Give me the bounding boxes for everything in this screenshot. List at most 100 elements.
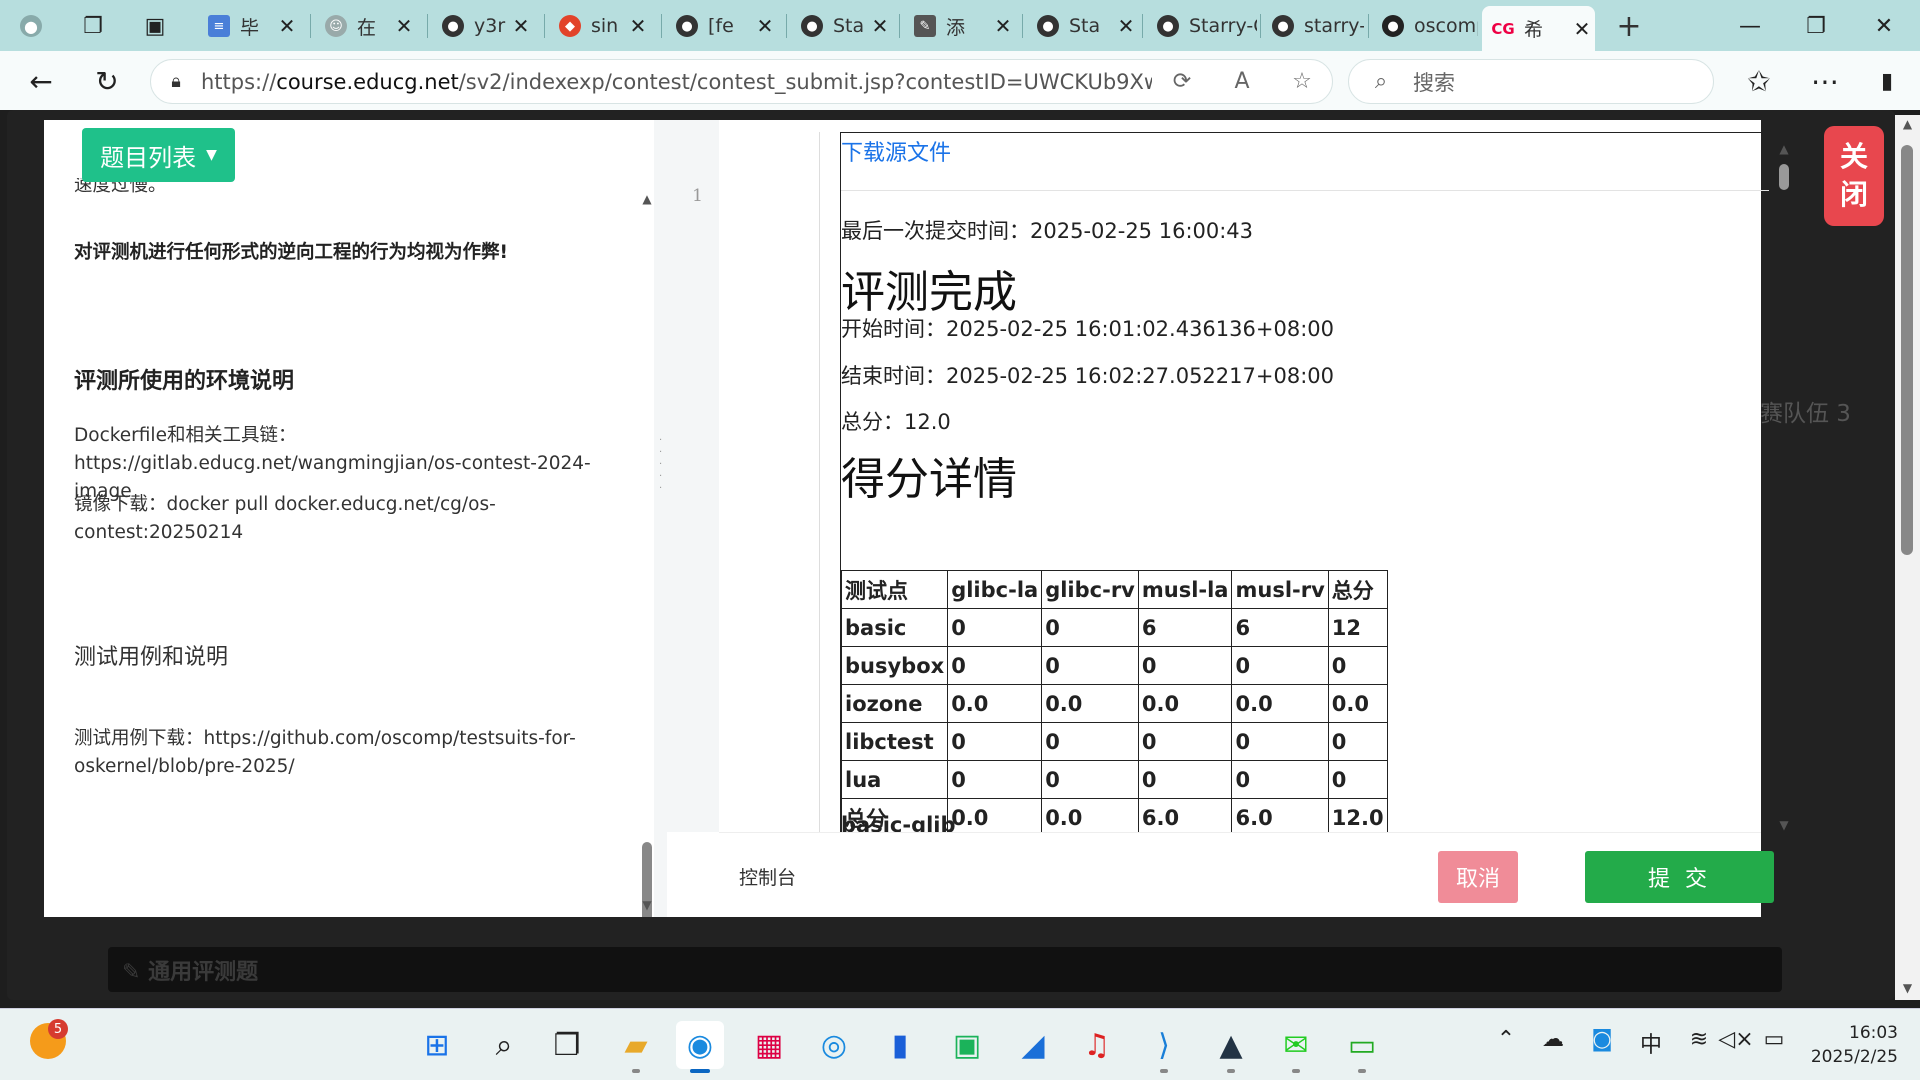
favorites-icon[interactable]: ✩ — [1738, 60, 1780, 102]
table-header: musl-rv — [1231, 570, 1329, 609]
tab-actions-button[interactable]: ▣ — [134, 6, 180, 46]
close-tab-icon[interactable]: ✕ — [1113, 14, 1139, 38]
tab-github-7[interactable]: ● oscomp — [1372, 6, 1478, 46]
file-explorer-icon[interactable]: ▰ — [612, 1021, 660, 1073]
back-arrow-icon[interactable]: ← — [20, 60, 62, 102]
onedrive-cloud-icon[interactable]: ☁ — [1535, 1027, 1571, 1052]
store-icon[interactable]: ▦ — [745, 1021, 793, 1069]
tab-github-4[interactable]: ● Sta ✕ — [1027, 6, 1139, 46]
system-clock[interactable]: 16:03 2025/2/25 — [1811, 1021, 1898, 1069]
minimize-icon[interactable]: — — [1722, 8, 1778, 44]
wechat-icon[interactable]: ✉ — [1272, 1021, 1320, 1073]
tab-title: oscomp — [1414, 15, 1478, 37]
page-scrollbar[interactable]: ▲ ▼ — [1895, 115, 1920, 1000]
start-windows-icon[interactable]: ⊞ — [413, 1021, 461, 1069]
workspaces-button[interactable]: ❐ — [72, 6, 118, 46]
read-aloud-icon[interactable]: A — [1212, 69, 1272, 94]
scroll-thumb[interactable] — [1779, 164, 1789, 190]
close-tab-icon[interactable]: ✕ — [625, 14, 651, 38]
more-menu-icon[interactable]: ⋯ — [1804, 60, 1846, 102]
workspaces-icon: ❐ — [83, 13, 103, 39]
close-panel-button[interactable]: 关 闭 — [1824, 126, 1884, 226]
left-scrollbar[interactable]: ▲ ▼ — [640, 192, 654, 917]
tab-gitlab[interactable]: ◆ sin ✕ — [549, 6, 651, 46]
battery-icon[interactable]: ▭ — [1756, 1027, 1792, 1052]
edge-browser-icon[interactable]: ◉ — [676, 1021, 724, 1073]
close-tab-icon[interactable]: ✕ — [752, 14, 778, 38]
tab-educg-active[interactable]: CG 希 ✕ — [1482, 6, 1595, 51]
scroll-up-icon[interactable]: ▲ — [640, 192, 654, 206]
table-cell: libctest — [841, 722, 949, 761]
tab-github-6[interactable]: ● starry-n — [1262, 6, 1364, 46]
tab-doc[interactable]: ≡ 毕 ✕ — [198, 6, 300, 46]
edge-ai-icon[interactable]: ◎ — [810, 1021, 858, 1069]
testcase-link-text[interactable]: 测试用例下载：https://github.com/oscomp/testsui… — [74, 725, 614, 781]
close-tab-icon[interactable]: ✕ — [867, 14, 893, 38]
github-icon: ● — [1272, 15, 1294, 37]
tab-github-1[interactable]: ● y3r ✕ — [432, 6, 534, 46]
tab-github-3[interactable]: ● Sta ✕ — [791, 6, 893, 46]
warning-text: 对评测机进行任何形式的逆向工程的行为均视为作弊! — [74, 242, 508, 263]
close-tab-icon[interactable]: ✕ — [508, 14, 534, 38]
volume-muted-icon[interactable]: ◁× — [1718, 1027, 1754, 1052]
problem-list-label: 题目列表 — [100, 143, 197, 172]
pane-resize-handle[interactable]: · · · · · — [654, 120, 667, 917]
tab-avatar[interactable]: ☺ 在 ✕ — [315, 6, 417, 46]
tray-app-icon[interactable]: ◙ — [1584, 1027, 1620, 1052]
sail-app-icon[interactable]: ◢ — [1009, 1021, 1057, 1069]
tab-book[interactable]: ✎ 添 ✕ — [904, 6, 1016, 46]
scroll-up-icon[interactable]: ▲ — [1777, 142, 1791, 156]
close-tab-icon[interactable]: ✕ — [274, 14, 300, 38]
download-source-link[interactable]: 下载源文件 — [841, 135, 951, 167]
app-bag-icon[interactable]: ▣ — [943, 1021, 991, 1069]
cat-app-icon[interactable]: ▲ — [1207, 1021, 1255, 1073]
problem-list-button[interactable]: 题目列表 ▼ — [82, 128, 235, 182]
window-close-icon[interactable]: ✕ — [1856, 8, 1912, 44]
table-cell: 0 — [1137, 722, 1233, 761]
close-tab-icon[interactable]: ✕ — [1569, 17, 1595, 41]
scroll-down-icon[interactable]: ▼ — [1777, 818, 1791, 832]
sidebar-toggle-icon[interactable]: ▮ — [1866, 60, 1908, 102]
favorite-star-icon[interactable]: ☆ — [1272, 69, 1332, 94]
tab-github-5[interactable]: ● Starry-C — [1147, 6, 1257, 46]
cancel-button[interactable]: 取消 — [1438, 851, 1518, 903]
github-icon: ● — [801, 15, 823, 37]
table-cell: 6.0 — [1137, 798, 1233, 832]
task-view-icon[interactable]: ❐ — [543, 1021, 591, 1069]
restore-icon[interactable]: ❐ — [1788, 8, 1844, 44]
profile-button[interactable]: ● — [10, 6, 56, 46]
tab-title: 希 — [1524, 19, 1544, 41]
table-cell: 0 — [1327, 646, 1388, 685]
scroll-thumb[interactable] — [1901, 145, 1913, 555]
code-editor-gutter[interactable]: 1 — [667, 120, 719, 832]
background-problem-bar: ✎ 通用评测题 — [108, 947, 1782, 992]
music-app-icon[interactable]: ♫ — [1073, 1021, 1121, 1069]
remote-desktop-icon[interactable]: ▭ — [1338, 1021, 1386, 1073]
scroll-down-icon[interactable]: ▼ — [640, 898, 654, 912]
tray-overflow-icon[interactable]: ⌃ — [1488, 1027, 1524, 1052]
educg-icon: CG — [1491, 19, 1515, 38]
table-cell: 0.0 — [1041, 684, 1139, 723]
table-cell: basic — [841, 608, 949, 647]
submit-button[interactable]: 提 交 — [1585, 851, 1774, 903]
new-tab-button[interactable]: + — [1608, 6, 1650, 46]
ime-indicator[interactable]: 中 — [1633, 1027, 1669, 1059]
scroll-up-icon[interactable]: ▲ — [1895, 117, 1920, 131]
translate-icon[interactable]: ⟳ — [1152, 69, 1212, 94]
search-box[interactable]: ⌕ 搜索 — [1348, 59, 1714, 104]
vscode-icon[interactable]: ⟩ — [1140, 1021, 1188, 1073]
scroll-down-icon[interactable]: ▼ — [1895, 981, 1920, 995]
result-scrollbar[interactable]: ▲ ▼ — [1777, 142, 1791, 832]
address-bar[interactable]: 🔒︎ https://course.educg.net/sv2/indexexp… — [150, 59, 1333, 104]
search-icon[interactable]: ⌕ — [480, 1021, 528, 1069]
todo-icon[interactable]: ▮ — [876, 1021, 924, 1069]
wifi-icon[interactable]: ≋ — [1681, 1027, 1717, 1052]
close-tab-icon[interactable]: ✕ — [391, 14, 417, 38]
book-icon: ✎ — [914, 15, 936, 37]
close-tab-icon[interactable]: ✕ — [990, 14, 1016, 38]
console-toggle[interactable]: 控制台 — [739, 863, 796, 890]
refresh-icon[interactable]: ↻ — [86, 60, 128, 102]
table-cell: 0 — [947, 722, 1043, 761]
url-text[interactable]: https://course.educg.net/sv2/indexexp/co… — [201, 70, 1152, 94]
tab-github-2[interactable]: ● [fe ✕ — [666, 6, 778, 46]
